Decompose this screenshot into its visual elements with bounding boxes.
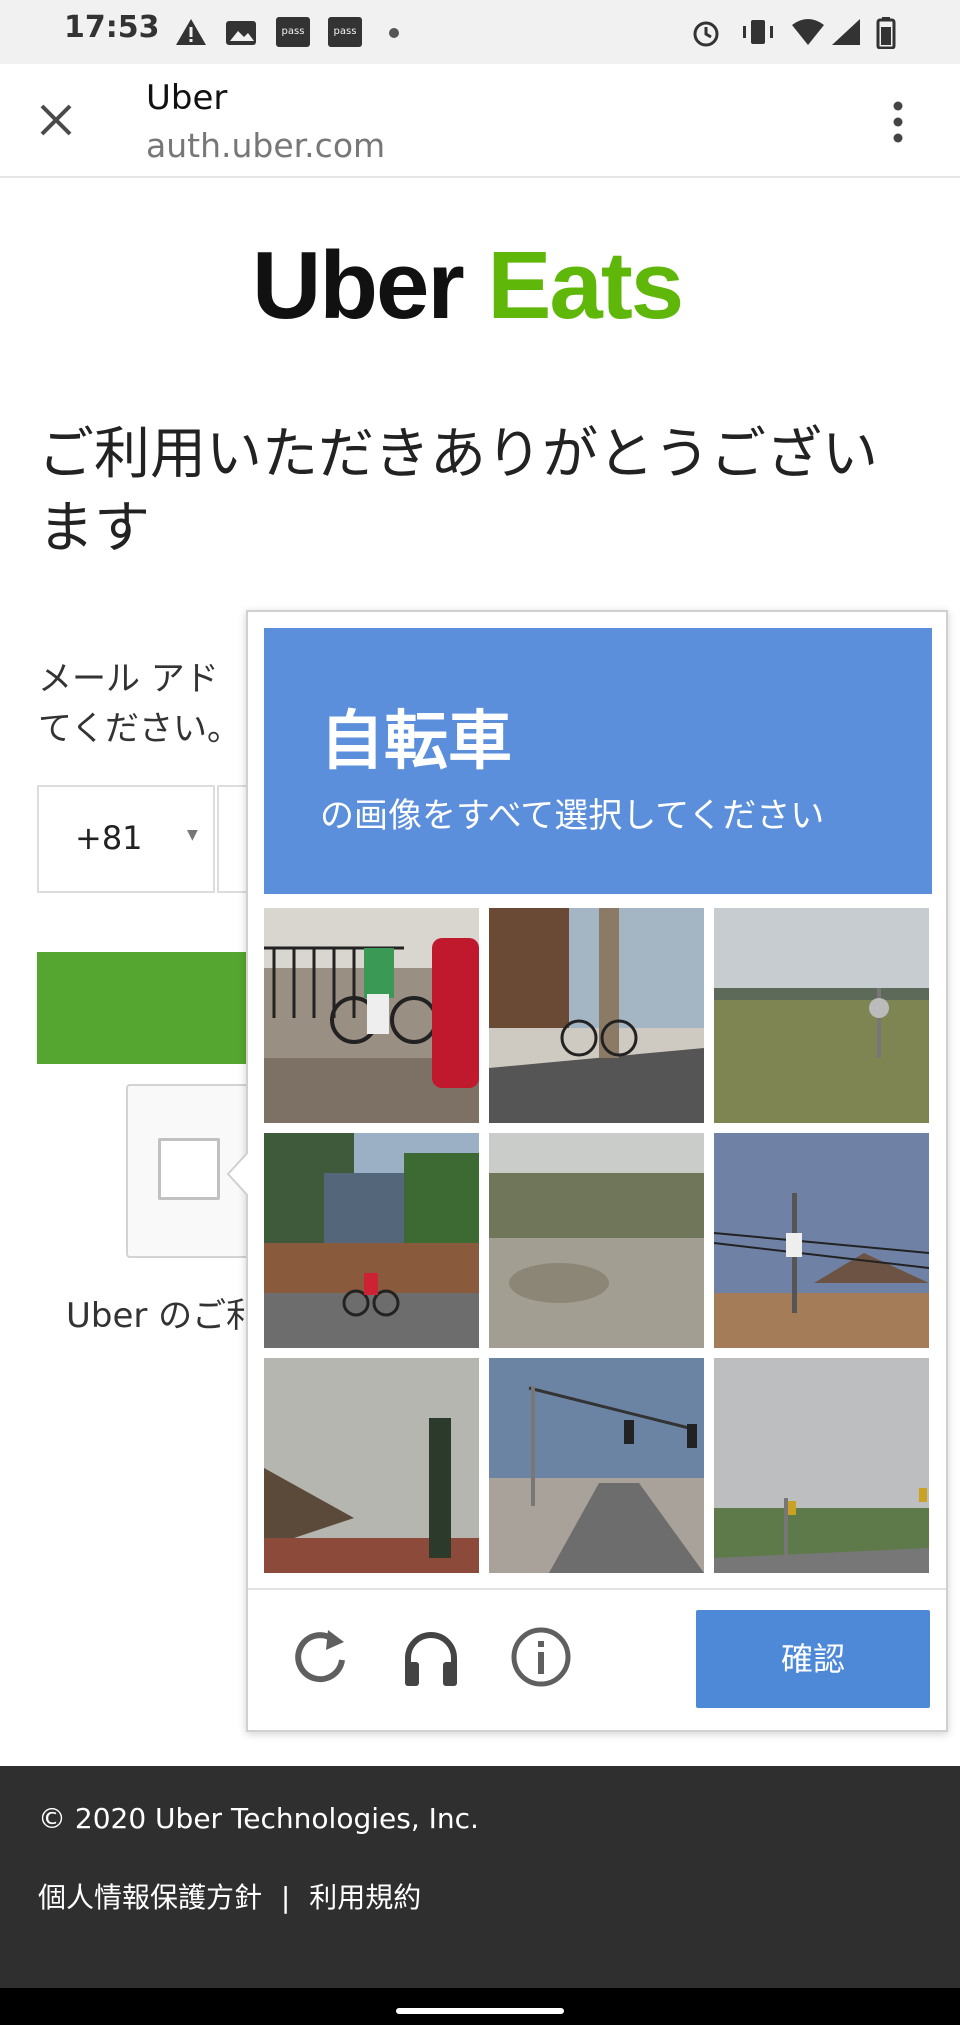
footer-separator: | (280, 1881, 291, 1914)
info-icon[interactable] (508, 1624, 574, 1690)
system-nav-bar (0, 1988, 960, 2025)
footer: © 2020 Uber Technologies, Inc. 個人情報保護方針 … (0, 1766, 960, 1988)
pass-icon: pass (276, 17, 310, 47)
captcha-tile-8[interactable] (489, 1358, 704, 1573)
alarm-icon (693, 21, 719, 47)
country-code-value: +81 (75, 819, 143, 857)
dot-icon (389, 28, 399, 38)
signal-icon (832, 19, 860, 45)
page-url: auth.uber.com (146, 126, 386, 165)
captcha-challenge: 自転車 の画像をすべて選択してください 確認 (226, 610, 948, 1732)
logo-eats: Eats (487, 232, 684, 339)
gallery-icon (226, 21, 256, 45)
captcha-tile-7[interactable] (264, 1358, 479, 1573)
captcha-tile-5[interactable] (489, 1133, 704, 1348)
vibrate-icon (743, 20, 773, 44)
captcha-tile-2[interactable] (489, 908, 704, 1123)
privacy-link[interactable]: 個人情報保護方針 (38, 1881, 262, 1914)
uber-eats-logo: Uber Eats (252, 238, 684, 334)
verify-button[interactable]: 確認 (696, 1610, 930, 1708)
terms-text: Uber のご利 (66, 1296, 246, 1336)
prompt-line-1: メール アド (38, 659, 219, 699)
page-title: Uber (146, 78, 228, 118)
dropdown-arrow-icon: ▼ (187, 827, 198, 843)
captcha-instruction-banner: 自転車 の画像をすべて選択してください (264, 628, 932, 894)
next-button[interactable] (37, 952, 257, 1064)
warning-icon (176, 19, 206, 45)
captcha-tile-1[interactable] (264, 908, 479, 1123)
status-bar: 17:53 pass pass (0, 0, 960, 64)
captcha-tile-3[interactable] (714, 908, 929, 1123)
audio-icon[interactable] (398, 1624, 464, 1690)
captcha-instruction: の画像をすべて選択してください (320, 796, 825, 836)
more-vert-icon[interactable] (890, 100, 906, 144)
welcome-heading: ご利用いただきありがとうございます (38, 422, 878, 561)
captcha-divider (248, 1588, 946, 1590)
captcha-target-word: 自転車 (320, 705, 512, 779)
status-time: 17:53 (64, 10, 160, 45)
close-icon[interactable] (36, 100, 76, 140)
terms-link[interactable]: 利用規約 (309, 1881, 421, 1914)
popup-arrow (226, 1150, 250, 1198)
captcha-tile-9[interactable] (714, 1358, 929, 1573)
prompt-line-2: てください。 (38, 709, 241, 749)
country-code-select[interactable]: +81 ▼ (37, 785, 215, 893)
pass-icon: pass (328, 17, 362, 47)
reload-icon[interactable] (288, 1624, 354, 1690)
recaptcha-checkbox[interactable] (158, 1138, 220, 1200)
wifi-icon (792, 19, 824, 45)
captcha-tile-4[interactable] (264, 1133, 479, 1348)
home-gesture-pill[interactable] (396, 2008, 564, 2014)
battery-icon (876, 17, 896, 49)
footer-links: 個人情報保護方針 | 利用規約 (38, 1876, 421, 1916)
logo-uber: Uber (252, 232, 465, 339)
captcha-tile-6[interactable] (714, 1133, 929, 1348)
copyright-text: © 2020 Uber Technologies, Inc. (38, 1802, 479, 1835)
browser-header: Uber auth.uber.com (0, 64, 960, 178)
prompt-text: メール アド てください。 (38, 654, 248, 754)
